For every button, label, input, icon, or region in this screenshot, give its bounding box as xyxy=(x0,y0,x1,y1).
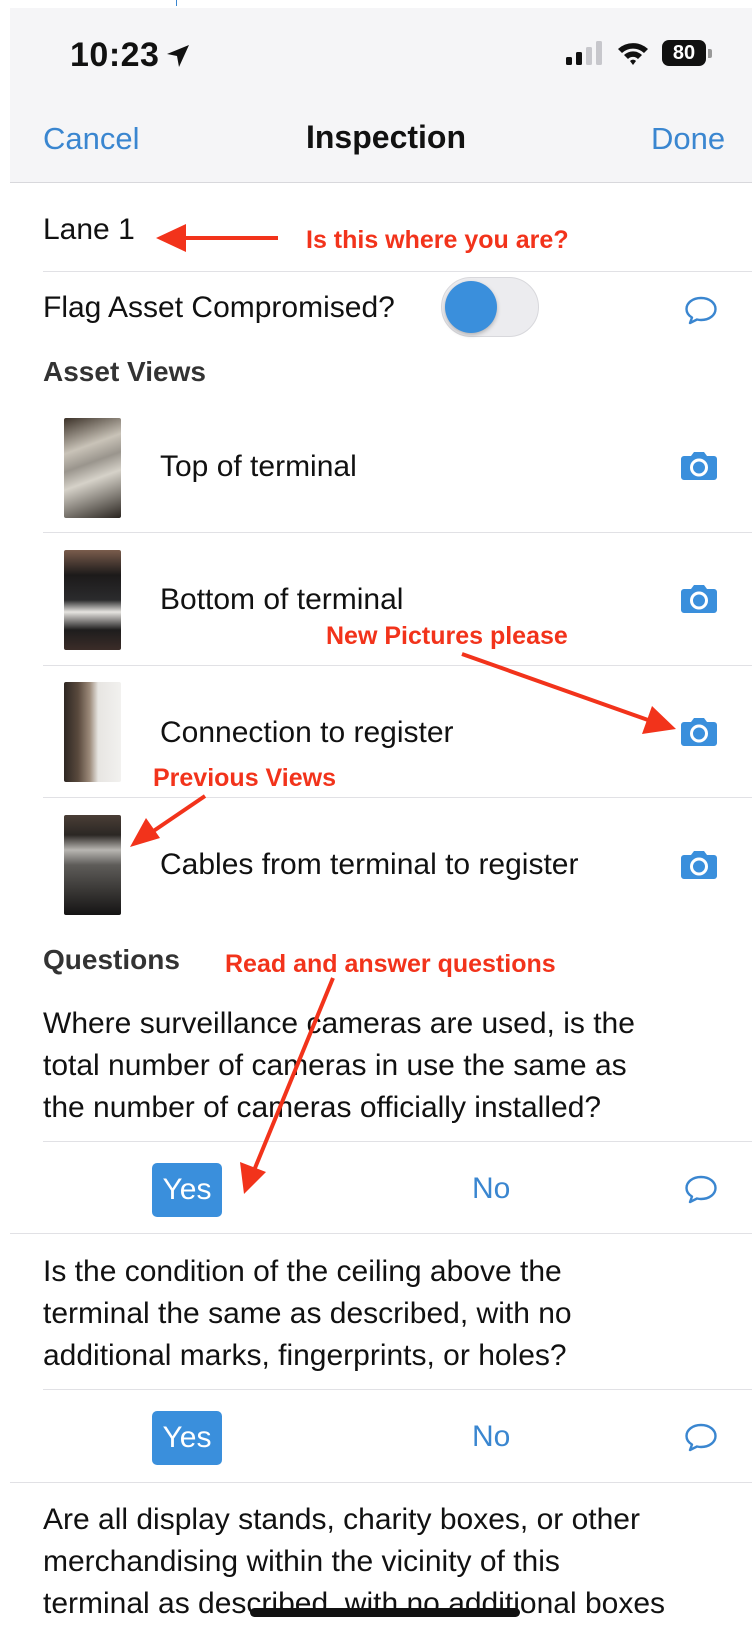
divider xyxy=(43,1389,752,1390)
camera-icon[interactable] xyxy=(680,848,718,880)
battery-icon: 80 xyxy=(662,40,712,66)
annotation-location: Is this where you are? xyxy=(306,226,569,254)
comment-icon[interactable] xyxy=(684,295,718,325)
location-arrow-icon xyxy=(167,44,190,67)
asset-thumbnail-top[interactable] xyxy=(64,418,121,518)
signal-icon xyxy=(566,41,602,65)
toggle-knob xyxy=(445,281,497,333)
question-line: Is the condition of the ceiling above th… xyxy=(43,1255,562,1288)
divider xyxy=(43,532,752,533)
arrow-to-location xyxy=(156,224,278,252)
questions-heading: Questions xyxy=(43,944,180,975)
asset-view-label: Bottom of terminal xyxy=(160,583,404,616)
question-line: terminal the same as described, with no xyxy=(43,1297,572,1330)
annotation-read-answer: Read and answer questions xyxy=(225,950,556,978)
flag-asset-label: Flag Asset Compromised? xyxy=(43,291,395,324)
yes-button[interactable]: Yes xyxy=(152,1163,222,1217)
asset-thumbnail-connection[interactable] xyxy=(64,682,121,782)
question-line: the number of cameras officially install… xyxy=(43,1091,602,1124)
comment-icon[interactable] xyxy=(684,1174,718,1204)
status-time-group: 10:23 xyxy=(70,36,191,75)
question-line: Where surveillance cameras are used, is … xyxy=(43,1007,635,1040)
wifi-icon xyxy=(618,43,648,65)
comment-icon[interactable] xyxy=(684,1422,718,1452)
divider xyxy=(43,665,752,666)
top-divider xyxy=(176,0,177,6)
page-title: Inspection xyxy=(305,119,466,155)
flag-asset-toggle[interactable] xyxy=(441,277,539,337)
asset-thumbnail-bottom[interactable] xyxy=(64,550,121,650)
divider xyxy=(43,271,752,272)
question-text: Is the condition of the ceiling above th… xyxy=(43,1251,733,1377)
camera-icon[interactable] xyxy=(680,715,718,747)
status-icons: 80 xyxy=(566,40,712,66)
asset-view-label: Cables from terminal to register xyxy=(160,848,579,881)
arrow-to-thumbnail xyxy=(130,794,207,847)
battery-level: 80 xyxy=(672,41,696,64)
status-time: 10:23 xyxy=(70,36,160,74)
camera-icon[interactable] xyxy=(680,449,718,481)
asset-thumbnail-cables[interactable] xyxy=(64,815,121,915)
yes-button[interactable]: Yes xyxy=(152,1411,222,1465)
arrow-to-camera xyxy=(461,652,676,734)
camera-icon[interactable] xyxy=(680,582,718,614)
no-button[interactable]: No xyxy=(472,1172,510,1206)
done-button[interactable]: Done xyxy=(651,121,725,157)
question-line: merchandising within the vicinity of thi… xyxy=(43,1545,560,1578)
divider xyxy=(43,1141,752,1142)
question-text: Where surveillance cameras are used, is … xyxy=(43,1003,733,1129)
asset-view-label: Connection to register xyxy=(160,716,454,749)
question-text: Are all display stands, charity boxes, o… xyxy=(43,1499,733,1625)
location-label[interactable]: Lane 1 xyxy=(43,213,135,247)
question-line: terminal as described, with no additiona… xyxy=(43,1587,666,1620)
no-button[interactable]: No xyxy=(472,1420,510,1454)
divider xyxy=(10,1482,752,1483)
divider xyxy=(10,1233,752,1234)
question-line: Are all display stands, charity boxes, o… xyxy=(43,1503,640,1536)
annotation-new-pictures: New Pictures please xyxy=(326,622,568,650)
question-line: total number of cameras in use the same … xyxy=(43,1049,627,1082)
asset-views-heading: Asset Views xyxy=(43,356,206,387)
divider xyxy=(43,797,752,798)
question-line: additional marks, fingerprints, or holes… xyxy=(43,1339,567,1372)
annotation-previous-views: Previous Views xyxy=(153,764,336,792)
asset-view-label: Top of terminal xyxy=(160,450,357,483)
home-indicator[interactable] xyxy=(250,1608,520,1617)
